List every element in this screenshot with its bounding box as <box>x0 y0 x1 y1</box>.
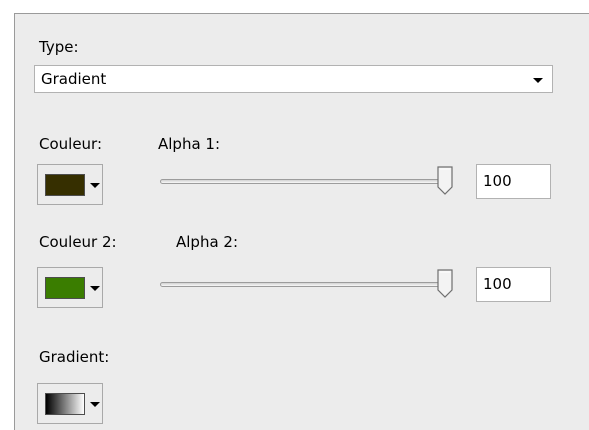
color1-swatch <box>45 174 85 196</box>
alpha2-input-value: 100 <box>483 275 512 293</box>
alpha2-slider-track <box>160 282 452 287</box>
gradient-picker-button[interactable] <box>37 383 103 424</box>
type-dropdown[interactable]: Gradient <box>34 65 553 93</box>
gradient-swatch <box>45 393 85 415</box>
alpha1-slider-thumb[interactable] <box>435 166 455 196</box>
alpha1-label: Alpha 1: <box>158 135 221 153</box>
type-dropdown-value: Gradient <box>41 70 107 88</box>
color2-picker-button[interactable] <box>37 267 103 308</box>
color2-swatch <box>45 277 85 299</box>
alpha1-input[interactable]: 100 <box>476 164 551 199</box>
alpha2-input[interactable]: 100 <box>476 267 551 302</box>
type-label: Type: <box>39 38 79 56</box>
alpha1-input-value: 100 <box>483 172 512 190</box>
alpha2-slider-thumb[interactable] <box>435 269 455 299</box>
color2-label: Couleur 2: <box>39 233 117 251</box>
alpha1-slider-track <box>160 179 452 184</box>
alpha1-slider[interactable] <box>160 166 460 196</box>
color1-picker-button[interactable] <box>37 164 103 205</box>
color1-label: Couleur: <box>39 135 103 153</box>
chevron-down-icon <box>90 402 100 407</box>
alpha2-slider[interactable] <box>160 269 460 299</box>
chevron-down-icon <box>533 78 543 83</box>
chevron-down-icon <box>90 183 100 188</box>
gradient-label: Gradient: <box>39 348 110 366</box>
fill-properties-panel: Type: Gradient Couleur: Alpha 1: 100 Cou… <box>14 13 589 430</box>
chevron-down-icon <box>90 286 100 291</box>
alpha2-label: Alpha 2: <box>176 233 239 251</box>
